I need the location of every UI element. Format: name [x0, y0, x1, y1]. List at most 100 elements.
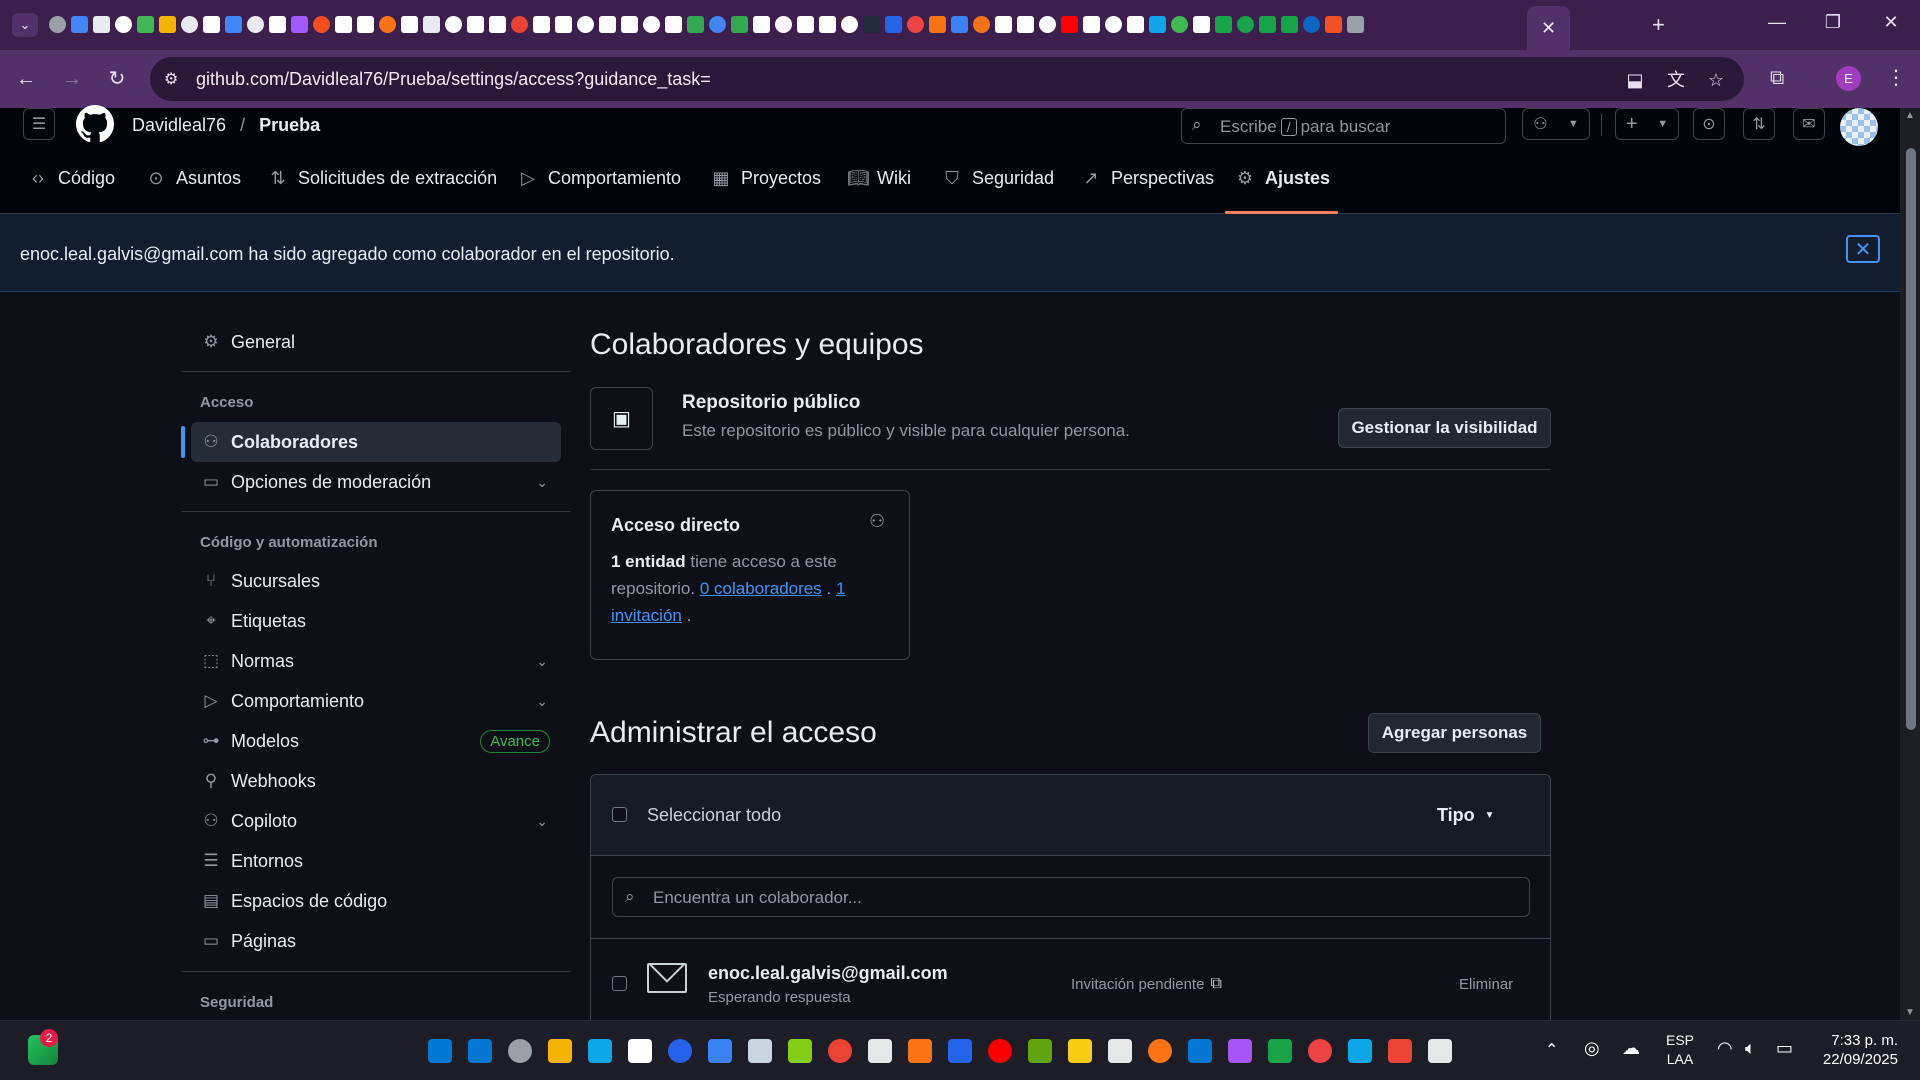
- close-window-button[interactable]: ✕: [1871, 12, 1911, 33]
- show-hidden-icons[interactable]: ⌃: [1545, 1040, 1558, 1060]
- back-button[interactable]: ←: [14, 67, 38, 91]
- profile-avatar[interactable]: E: [1836, 66, 1861, 91]
- taskbar-app-icon[interactable]: [868, 1039, 892, 1063]
- taskbar-app-icon[interactable]: [508, 1039, 532, 1063]
- tab-gear[interactable]: ⚙ Ajustes: [1235, 168, 1330, 189]
- pinned-tab-icon[interactable]: [664, 16, 682, 33]
- install-app-icon[interactable]: ⬓: [1624, 69, 1646, 91]
- pinned-tab-icon[interactable]: [268, 16, 286, 33]
- issues-button[interactable]: ⊙: [1693, 108, 1725, 140]
- collaborators-link[interactable]: 0 colaboradores: [700, 579, 822, 598]
- pinned-tab-icon[interactable]: [686, 16, 704, 33]
- language-indicator[interactable]: ESP LAA: [1666, 1031, 1694, 1069]
- taskbar-app-icon[interactable]: [1108, 1039, 1132, 1063]
- pinned-tab-icon[interactable]: [1170, 16, 1188, 33]
- pinned-tab-icon[interactable]: [1214, 16, 1232, 33]
- pinned-tab-icon[interactable]: [1038, 16, 1056, 33]
- type-filter-dropdown[interactable]: Tipo ▼: [1437, 805, 1495, 826]
- add-people-button[interactable]: Agregar personas: [1368, 713, 1541, 753]
- taskbar-app-icon[interactable]: [1068, 1039, 1092, 1063]
- taskbar-app-icon[interactable]: [1188, 1039, 1212, 1063]
- scroll-up-arrow[interactable]: ▲: [1905, 110, 1915, 121]
- select-all-label[interactable]: Seleccionar todo: [647, 805, 781, 826]
- battery-icon[interactable]: ▭: [1776, 1038, 1793, 1059]
- manage-visibility-button[interactable]: Gestionar la visibilidad: [1338, 408, 1551, 448]
- pinned-tab-icon[interactable]: [1016, 16, 1034, 33]
- sidebar-item-general[interactable]: ⚙ General: [200, 323, 560, 361]
- taskbar-app-icon[interactable]: [1388, 1039, 1412, 1063]
- pinned-tab-icon[interactable]: [1148, 16, 1166, 33]
- sidebar-item-models[interactable]: ⊶ Modelos Avance: [200, 722, 560, 760]
- pinned-tab-icon[interactable]: [730, 16, 748, 33]
- taskbar-app-icon[interactable]: [1028, 1039, 1052, 1063]
- site-info-icon[interactable]: ⚙: [164, 69, 178, 89]
- pinned-tab-icon[interactable]: [752, 16, 770, 33]
- taskbar-app-icon[interactable]: [1268, 1039, 1292, 1063]
- pinned-tab-icon[interactable]: [972, 16, 990, 33]
- pinned-tab-icon[interactable]: [510, 16, 528, 33]
- pinned-tab-icon[interactable]: [1082, 16, 1100, 33]
- pinned-tab-icon[interactable]: [598, 16, 616, 33]
- sidebar-item-play[interactable]: ▷ Comportamiento ⌄: [200, 682, 560, 720]
- pinned-tab-icon[interactable]: [620, 16, 638, 33]
- global-search-input[interactable]: ⌕ Escribe / para buscar: [1181, 108, 1506, 144]
- owner-link[interactable]: Davidleal76: [132, 115, 226, 136]
- taskbar-app-icon[interactable]: [708, 1039, 732, 1063]
- pinned-tab-icon[interactable]: [818, 16, 836, 33]
- tab-play[interactable]: ▷ Comportamiento: [518, 168, 681, 189]
- pinned-tab-icon[interactable]: [642, 16, 660, 33]
- taskbar-app-icon[interactable]: [988, 1039, 1012, 1063]
- scroll-down-arrow[interactable]: ▼: [1905, 1007, 1915, 1018]
- sidebar-item-branch[interactable]: ⑂ Sucursales: [200, 562, 560, 600]
- cloud-status-icon[interactable]: ☁: [1622, 1038, 1640, 1059]
- new-tab-button[interactable]: +: [1652, 12, 1665, 38]
- pinned-tab-icon[interactable]: [1280, 16, 1298, 33]
- taskbar-app-icon[interactable]: [668, 1039, 692, 1063]
- pinned-tab-icon[interactable]: [224, 16, 242, 33]
- repo-link[interactable]: Prueba: [259, 115, 320, 136]
- pinned-tab-icon[interactable]: [378, 16, 396, 33]
- pinned-tab-icon[interactable]: [576, 16, 594, 33]
- pinned-tab-icon[interactable]: [180, 16, 198, 33]
- sidebar-item-codespaces[interactable]: ▤ Espacios de código: [200, 882, 560, 920]
- taskbar-app-icon[interactable]: [788, 1039, 812, 1063]
- tab-graph[interactable]: ↗ Perspectivas: [1081, 168, 1214, 189]
- sidebar-item-moderation[interactable]: ▭ Opciones de moderación ⌄: [200, 463, 560, 501]
- pinned-tab-icon[interactable]: [466, 16, 484, 33]
- pinned-tab-icon[interactable]: [312, 16, 330, 33]
- minimize-button[interactable]: —: [1757, 12, 1797, 33]
- system-clock[interactable]: 7:33 p. m. 22/09/2025: [1823, 1031, 1898, 1069]
- pinned-tab-icon[interactable]: [400, 16, 418, 33]
- taskbar-app-icon[interactable]: [468, 1039, 492, 1063]
- taskbar-app-icon[interactable]: [828, 1039, 852, 1063]
- pinned-tab-icon[interactable]: [488, 16, 506, 33]
- pinned-tab-icon[interactable]: [884, 16, 902, 33]
- taskbar-app-icon[interactable]: [1228, 1039, 1252, 1063]
- taskbar-app-icon[interactable]: [948, 1039, 972, 1063]
- pinned-tab-icon[interactable]: [1104, 16, 1122, 33]
- collaborator-email[interactable]: enoc.leal.galvis@gmail.com: [708, 963, 948, 984]
- create-new-button[interactable]: + ▼: [1615, 108, 1679, 140]
- browser-menu-icon[interactable]: ⋮: [1886, 65, 1906, 90]
- close-tab-icon[interactable]: ✕: [1541, 18, 1556, 39]
- pinned-tab-icon[interactable]: [202, 16, 220, 33]
- collaborator-search-input[interactable]: ⌕ Encuentra un colaborador...: [612, 877, 1530, 917]
- pinned-tab-icon[interactable]: [774, 16, 792, 33]
- pinned-tab-icon[interactable]: [840, 16, 858, 33]
- wifi-icon[interactable]: ◠: [1717, 1038, 1733, 1059]
- bookmark-star-icon[interactable]: ☆: [1705, 69, 1727, 91]
- pinned-tab-icon[interactable]: [862, 16, 880, 33]
- taskbar-app-icon[interactable]: [628, 1039, 652, 1063]
- taskbar-app-icon[interactable]: [1428, 1039, 1452, 1063]
- user-avatar[interactable]: [1840, 108, 1878, 146]
- pinned-tab-icon[interactable]: [950, 16, 968, 33]
- row-checkbox[interactable]: [612, 976, 627, 991]
- tab-book[interactable]: 📖︎ Wiki: [847, 168, 911, 189]
- sidebar-item-browser[interactable]: ▭ Páginas: [200, 922, 560, 960]
- pinned-tab-icon[interactable]: [1192, 16, 1210, 33]
- select-all-checkbox[interactable]: [612, 807, 627, 822]
- sidebar-item-webhook[interactable]: ⚲ Webhooks: [200, 762, 560, 800]
- scroll-thumb[interactable]: [1906, 148, 1916, 730]
- pinned-tab-icon[interactable]: [1346, 16, 1364, 33]
- tab-issue[interactable]: ⊙ Asuntos: [146, 168, 241, 189]
